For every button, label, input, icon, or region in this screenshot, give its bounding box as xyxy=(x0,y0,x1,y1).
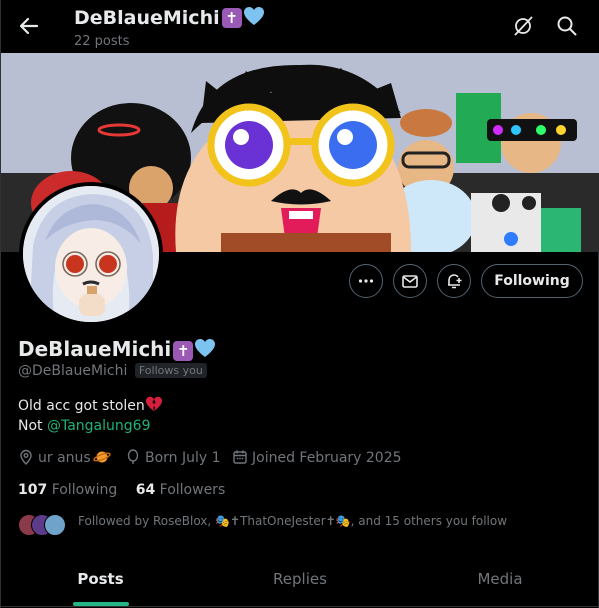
tab-replies[interactable]: Replies xyxy=(200,553,400,606)
blue-heart-icon xyxy=(194,338,216,363)
location-item: ur anus xyxy=(18,449,115,466)
search-icon[interactable] xyxy=(555,14,579,38)
joined-text: Joined February 2025 xyxy=(252,450,402,466)
followers-count: 64 xyxy=(135,482,156,498)
birthday-item: Born July 1 xyxy=(125,449,221,466)
display-name: DeBlaueMichi ✝ xyxy=(18,337,216,363)
display-name-text: DeBlaueMichi xyxy=(18,337,172,361)
broken-heart-icon xyxy=(145,396,163,414)
bio-mention-link[interactable]: @Tangalung69 xyxy=(47,418,151,434)
more-options-button[interactable] xyxy=(349,264,383,298)
envelope-icon xyxy=(402,275,418,288)
tab-posts[interactable]: Posts xyxy=(1,553,200,606)
follows-you-badge: Follows you xyxy=(134,363,207,378)
calendar-icon xyxy=(233,450,247,464)
post-count: 22 posts xyxy=(74,34,130,49)
follow-stats: 107 Following 64 Followers xyxy=(18,482,225,498)
balloon-icon xyxy=(127,449,139,464)
profile-tabs: Posts Replies Media xyxy=(1,553,599,607)
grok-icon[interactable] xyxy=(511,14,535,38)
profile-avatar[interactable] xyxy=(19,182,163,326)
tab-media[interactable]: Media xyxy=(400,553,599,606)
location-pin-icon xyxy=(20,449,32,465)
tab-posts-label: Posts xyxy=(77,570,124,588)
birthday-text: Born July 1 xyxy=(145,450,221,466)
following-count: 107 xyxy=(18,482,48,498)
followers-label: Followers xyxy=(159,482,226,498)
more-dots-icon xyxy=(358,279,374,283)
cross-emoji-icon: ✝ xyxy=(221,8,242,28)
tab-media-label: Media xyxy=(477,570,523,588)
joined-item: Joined February 2025 xyxy=(232,449,402,466)
following-button[interactable]: Following xyxy=(481,264,583,298)
header-title: DeBlaueMichi xyxy=(74,7,220,29)
followed-by-text: Followed by RoseBlox, 🎭✝ThatOneJester✝🎭,… xyxy=(78,514,508,528)
tab-replies-label: Replies xyxy=(273,570,327,588)
following-count-link[interactable]: 107 Following xyxy=(18,482,117,498)
bio-line-2-prefix: Not xyxy=(18,418,47,434)
bell-plus-icon xyxy=(448,274,462,289)
mutual-avatar xyxy=(44,514,66,536)
planet-emoji-icon xyxy=(91,450,115,466)
message-button[interactable] xyxy=(393,264,427,298)
location-text: ur anus xyxy=(38,450,91,466)
back-arrow-icon[interactable] xyxy=(15,12,43,40)
profile-page: DeBlaueMichi ✝ 22 posts Following DeBlau… xyxy=(0,0,599,608)
blue-heart-icon xyxy=(243,6,265,30)
cross-emoji-icon: ✝ xyxy=(173,340,194,361)
profile-bio: Old acc got stolen Not @Tangalung69 xyxy=(18,396,163,436)
bio-line-1: Old acc got stolen xyxy=(18,398,145,414)
followed-by-avatars xyxy=(18,514,68,536)
profile-header: DeBlaueMichi ✝ 22 posts xyxy=(1,0,599,53)
active-tab-indicator xyxy=(72,602,129,606)
followers-count-link[interactable]: 64 Followers xyxy=(136,482,226,498)
handle-row: @DeBlaueMichi Follows you xyxy=(18,363,207,379)
notifications-button[interactable] xyxy=(437,264,471,298)
following-label: Following xyxy=(51,482,118,498)
header-title-block: DeBlaueMichi ✝ 22 posts xyxy=(74,6,265,49)
user-handle: @DeBlaueMichi xyxy=(18,363,128,379)
